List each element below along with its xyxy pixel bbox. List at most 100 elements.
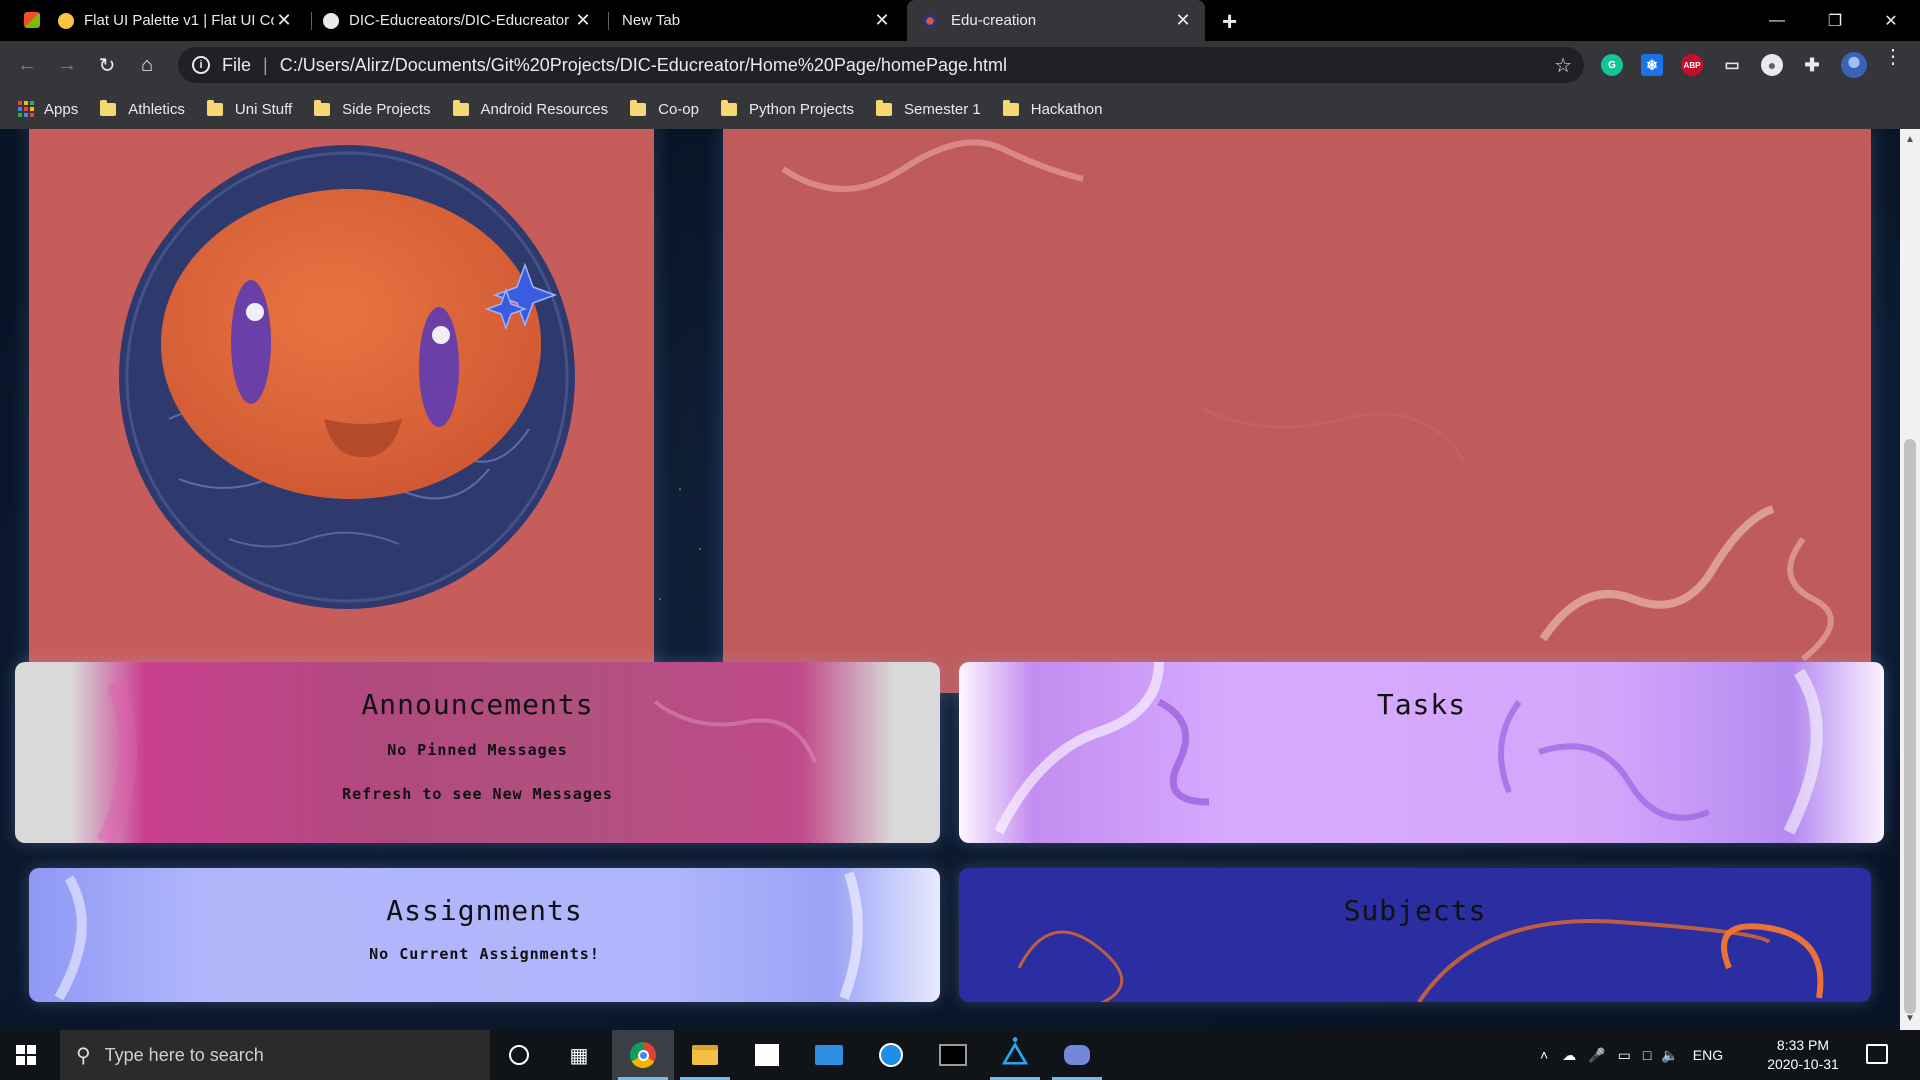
bookmark-apps[interactable]: Apps [18, 101, 78, 118]
bookmark-star-icon[interactable]: ☆ [1554, 53, 1572, 78]
home-icon[interactable]: ⌂ [132, 50, 162, 80]
forward-arrow-icon[interactable]: → [52, 50, 82, 80]
back-arrow-icon[interactable]: ← [12, 50, 42, 80]
scroll-down-arrow-icon[interactable]: ▼ [1905, 1013, 1915, 1024]
cast-extension-icon[interactable]: ▭ [1721, 54, 1743, 76]
scroll-up-arrow-icon[interactable]: ▲ [1905, 134, 1915, 145]
bookmark-folder[interactable]: Python Projects [720, 99, 854, 118]
onedrive-icon[interactable]: ☁ [1562, 1047, 1576, 1064]
bookmark-folder[interactable]: Uni Stuff [206, 99, 293, 118]
panel-title: Subjects [1343, 894, 1487, 927]
more-menu-icon[interactable]: ⋮ [1883, 47, 1903, 67]
cortana-icon[interactable] [488, 1030, 550, 1080]
language-indicator[interactable]: ENG [1693, 1047, 1723, 1063]
panel-message: Refresh to see New Messages [342, 785, 613, 803]
close-icon[interactable]: ✕ [1173, 10, 1193, 30]
taskbar-clock[interactable]: 8:33 PM 2020-10-31 [1760, 1036, 1846, 1074]
assignments-panel[interactable]: Assignments No Current Assignments! [29, 868, 940, 1002]
folder-icon [452, 99, 469, 116]
discord-icon[interactable] [1046, 1030, 1108, 1080]
bookmark-label: Athletics [128, 100, 185, 118]
battery-icon[interactable]: ▭ [1618, 1047, 1631, 1064]
folder-icon [100, 99, 117, 116]
bookmark-folder[interactable]: Side Projects [314, 99, 431, 118]
tab-github-repo[interactable]: DIC-Educreators/DIC-Educreator ✕ [315, 0, 605, 41]
microphone-icon[interactable]: 🎤 [1588, 1047, 1605, 1064]
close-icon[interactable]: ✕ [573, 10, 593, 30]
folder-icon [630, 99, 647, 116]
new-tab-button[interactable]: + [1222, 6, 1237, 37]
bookmark-folder[interactable]: Hackathon [1002, 99, 1103, 118]
windows-start-icon[interactable] [16, 1045, 36, 1065]
bookmarks-bar: Apps Athletics Uni Stuff Side Projects A… [0, 89, 1920, 129]
close-icon[interactable]: ✕ [274, 10, 294, 30]
browser-toolbar: ← → ↻ ⌂ i File | C:/Users/Alirz/Document… [0, 41, 1920, 89]
mail-icon[interactable] [798, 1030, 860, 1080]
github-favicon-icon [323, 12, 339, 29]
scrollbar-thumb[interactable] [1904, 439, 1916, 1014]
bookmark-label: Uni Stuff [234, 100, 293, 118]
minimize-button[interactable]: — [1748, 0, 1806, 41]
bookmark-folder[interactable]: Athletics [100, 99, 185, 118]
featured-content-card [723, 129, 1871, 693]
tab-edu-creation[interactable]: Edu-creation ✕ [907, 0, 1205, 41]
smoke-decoration [1017, 919, 1824, 1002]
volume-icon[interactable]: 🔈 [1661, 1047, 1678, 1064]
close-icon[interactable]: ✕ [872, 10, 892, 30]
address-bar[interactable]: i File | C:/Users/Alirz/Documents/Git%20… [178, 47, 1584, 83]
restore-button[interactable]: ❐ [1806, 0, 1864, 41]
network-icon[interactable]: □ [1643, 1047, 1651, 1063]
tray-chevron-icon[interactable]: ˄ [1540, 1047, 1548, 1063]
adblock-plus-icon[interactable]: ABP [1681, 54, 1703, 76]
profile-avatar[interactable] [1841, 52, 1867, 78]
scheme-label: File [222, 54, 252, 75]
chrome-taskbar-icon[interactable] [612, 1030, 674, 1080]
page-viewport: Announcements No Pinned Messages Refresh… [0, 129, 1900, 1030]
task-view-icon[interactable]: ▦ [548, 1030, 610, 1080]
pinned-app-icon[interactable] [860, 1030, 922, 1080]
microsoft-store-icon[interactable] [736, 1030, 798, 1080]
folder-icon [876, 99, 893, 116]
folder-icon [1002, 99, 1019, 116]
smoke-decoration [781, 139, 1834, 662]
bookmark-folder[interactable]: Semester 1 [876, 99, 981, 118]
snowflake-extension-icon[interactable]: ❄ [1641, 54, 1663, 76]
folder-icon [206, 99, 223, 116]
tab-separator [311, 12, 312, 30]
windows-menu-icon[interactable] [24, 12, 40, 28]
mascot-illustration [119, 145, 575, 609]
page-scrollbar[interactable]: ▲ ▼ [1900, 129, 1920, 1030]
vscode-icon[interactable]: ⧊ [984, 1030, 1046, 1080]
record-extension-icon[interactable]: ● [1761, 54, 1783, 76]
tab-strip: Flat UI Palette v1 | Flat UI Col ✕ DIC-E… [0, 0, 1920, 41]
tab-title: Edu-creation [951, 12, 1037, 29]
terminal-icon[interactable] [922, 1030, 984, 1080]
notification-center-icon[interactable] [1866, 1044, 1888, 1064]
bookmark-label: Apps [44, 100, 79, 118]
url-text[interactable]: C:/Users/Alirz/Documents/Git%20Projects/… [280, 55, 1007, 76]
grammarly-icon[interactable]: G [1601, 54, 1623, 76]
tab-title: Flat UI Palette v1 | Flat UI Col [84, 12, 274, 29]
subjects-panel[interactable]: Subjects [959, 868, 1871, 1002]
announcements-panel[interactable]: Announcements No Pinned Messages Refresh… [15, 662, 940, 843]
clock-time: 8:33 PM [1776, 1037, 1830, 1053]
file-explorer-icon[interactable] [674, 1030, 736, 1080]
reload-icon[interactable]: ↻ [92, 50, 122, 80]
tasks-panel[interactable]: Tasks [959, 662, 1884, 843]
tab-title: DIC-Educreators/DIC-Educreator [349, 12, 570, 29]
extensions-puzzle-icon[interactable]: ✚ [1801, 54, 1823, 76]
bookmark-folder[interactable]: Co-op [630, 99, 699, 118]
tab-flat-ui-palette[interactable]: Flat UI Palette v1 | Flat UI Col ✕ [50, 0, 306, 41]
taskbar-search-box[interactable]: ⚲ Type here to search [60, 1030, 490, 1080]
windows-taskbar: ⚲ Type here to search ▦ ⧊ ˄ ☁ 🎤 ▭ □ 🔈 EN… [0, 1030, 1920, 1080]
close-window-button[interactable]: ✕ [1862, 0, 1920, 41]
tab-separator [608, 12, 609, 30]
search-icon: ⚲ [76, 1044, 91, 1067]
bookmark-folder[interactable]: Android Resources [452, 99, 608, 118]
tab-new-tab[interactable]: New Tab ✕ [612, 0, 904, 41]
mascot-image-card [29, 129, 654, 693]
bookmark-label: Hackathon [1030, 100, 1103, 118]
folder-icon [720, 99, 737, 116]
panel-message: No Current Assignments! [369, 945, 600, 963]
site-info-icon[interactable]: i [192, 56, 210, 74]
